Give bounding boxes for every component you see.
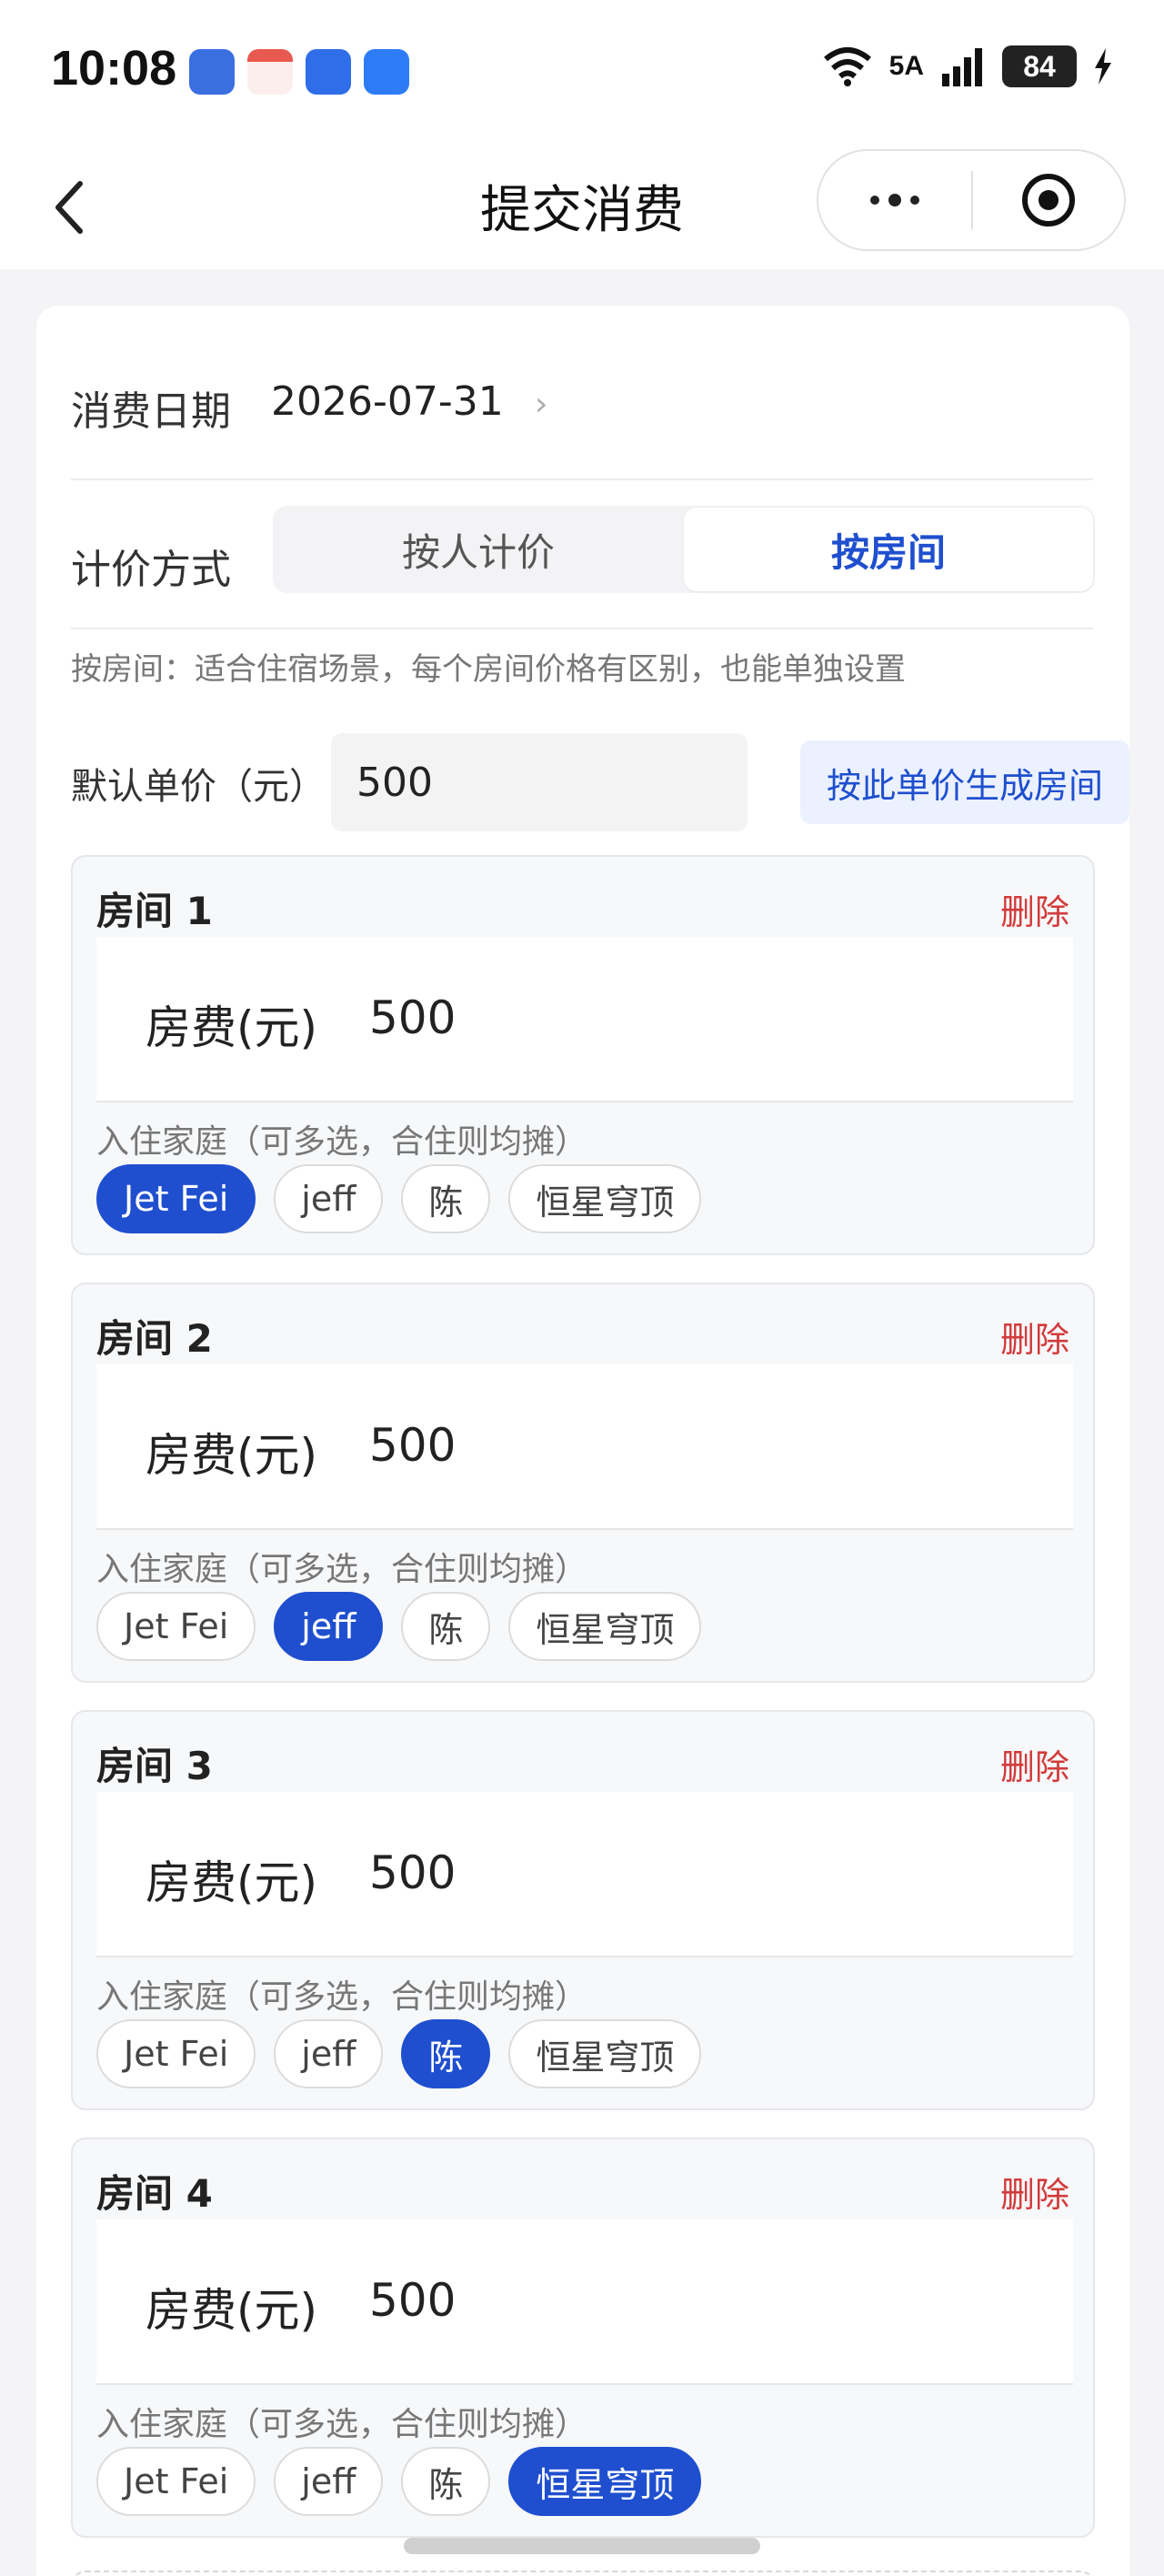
date-row[interactable]: 消费日期 2026-07-31 › xyxy=(71,378,1093,480)
room-fee-value[interactable]: 500 xyxy=(369,991,456,1044)
record-target-icon xyxy=(1022,174,1075,226)
family-chip[interactable]: Jet Fei xyxy=(96,2447,256,2516)
pricing-hint: 按房间：适合住宿场景，每个房间价格有区别，也能单独设置 xyxy=(71,651,906,688)
network-type: 5A xyxy=(888,51,924,81)
delete-room-button[interactable]: 删除 xyxy=(1000,1739,1069,1789)
family-hint: 入住家庭（可多选，合住则均摊） xyxy=(96,1123,588,1161)
room-fee-label: 房费(元) xyxy=(146,1001,318,1054)
room-fee-field[interactable]: 房费(元) 500 xyxy=(96,1792,1073,1957)
family-chip[interactable]: jeff xyxy=(274,1592,384,1661)
room-fee-value[interactable]: 500 xyxy=(369,1419,456,1472)
status-app-icons xyxy=(189,49,409,95)
room-fee-value[interactable]: 500 xyxy=(369,2274,456,2327)
room-title: 房间 1 xyxy=(96,889,213,933)
family-chip[interactable]: 恒星穹顶 xyxy=(508,1164,702,1233)
family-chip[interactable]: Jet Fei xyxy=(96,1592,256,1661)
room-fee-label: 房费(元) xyxy=(146,1429,318,1482)
family-chip[interactable]: Jet Fei xyxy=(96,1164,256,1233)
battery-indicator: 84 xyxy=(1002,45,1077,87)
chat-icon xyxy=(364,49,409,95)
room-title: 房间 2 xyxy=(96,1316,213,1361)
more-button[interactable] xyxy=(818,151,971,249)
delete-room-button[interactable]: 删除 xyxy=(1000,884,1069,934)
family-chips: Jet Fei jeff 陈 恒星穹顶 xyxy=(96,2019,702,2088)
room-card: 房间 1 删除 房费(元) 500 入住家庭（可多选，合住则均摊） Jet Fe… xyxy=(71,855,1095,1255)
room-fee-field[interactable]: 房费(元) 500 xyxy=(96,2219,1073,2385)
pricing-option-per-person[interactable]: 按人计价 xyxy=(273,506,684,593)
chevron-right-icon: › xyxy=(535,386,548,423)
family-chips: Jet Fei jeff 陈 恒星穹顶 xyxy=(96,1592,702,1661)
family-hint: 入住家庭（可多选，合住则均摊） xyxy=(96,2406,588,2443)
family-chip[interactable]: Jet Fei xyxy=(96,2019,256,2088)
family-chips: Jet Fei jeff 陈 恒星穹顶 xyxy=(96,1164,702,1233)
add-room-area[interactable] xyxy=(71,2571,1095,2576)
room-fee-label: 房费(元) xyxy=(146,1857,318,1909)
family-chip[interactable]: 恒星穹顶 xyxy=(508,2447,702,2516)
calendar-icon xyxy=(247,49,293,95)
status-right: 5A 84 xyxy=(822,45,1113,87)
room-title: 房间 4 xyxy=(96,2171,213,2216)
family-chips: Jet Fei jeff 陈 恒星穹顶 xyxy=(96,2447,702,2516)
default-price-row: 默认单价（元） 按此单价生成房间 xyxy=(71,733,1129,833)
scroll-indicator xyxy=(404,2538,760,2554)
family-chip[interactable]: 陈 xyxy=(401,1592,491,1661)
date-value[interactable]: 2026-07-31 xyxy=(271,378,504,425)
room-title: 房间 3 xyxy=(96,1744,213,1788)
default-price-label: 默认单价（元） xyxy=(71,766,326,808)
status-time: 10:08 xyxy=(51,41,177,96)
mini-program-capsule xyxy=(817,149,1126,251)
hm-icon xyxy=(189,49,235,95)
wifi-app-icon xyxy=(306,49,351,95)
charging-icon xyxy=(1095,48,1111,85)
pricing-row: 计价方式 按人计价 按房间 xyxy=(71,506,1095,629)
pricing-label: 计价方式 xyxy=(71,547,231,593)
family-chip[interactable]: 恒星穹顶 xyxy=(508,2019,702,2088)
consumption-form-card: 消费日期 2026-07-31 › 计价方式 按人计价 按房间 按房间：适合住宿… xyxy=(36,306,1129,2576)
pricing-segmented-control: 按人计价 按房间 xyxy=(273,506,1095,593)
room-fee-value[interactable]: 500 xyxy=(369,1846,456,1899)
room-fee-field[interactable]: 房费(元) 500 xyxy=(96,937,1073,1102)
date-label: 消费日期 xyxy=(71,388,231,435)
wifi-icon xyxy=(823,47,871,86)
nav-bar: 提交消费 xyxy=(0,146,1164,269)
room-card: 房间 3 删除 房费(元) 500 入住家庭（可多选，合住则均摊） Jet Fe… xyxy=(71,1710,1095,2110)
close-capsule-button[interactable] xyxy=(973,151,1124,249)
family-chip[interactable]: jeff xyxy=(274,1164,384,1233)
more-dots-icon xyxy=(870,194,919,206)
family-chip[interactable]: jeff xyxy=(274,2447,384,2516)
pricing-option-per-room[interactable]: 按房间 xyxy=(684,508,1093,591)
default-price-input[interactable] xyxy=(331,733,748,831)
family-chip[interactable]: jeff xyxy=(274,2019,384,2088)
room-card: 房间 2 删除 房费(元) 500 入住家庭（可多选，合住则均摊） Jet Fe… xyxy=(71,1283,1095,1683)
room-card: 房间 4 删除 房费(元) 500 入住家庭（可多选，合住则均摊） Jet Fe… xyxy=(71,2138,1095,2538)
family-chip[interactable]: 陈 xyxy=(401,2447,491,2516)
family-chip[interactable]: 陈 xyxy=(401,1164,491,1233)
signal-icon xyxy=(942,48,982,86)
family-hint: 入住家庭（可多选，合住则均摊） xyxy=(96,1551,588,1588)
status-bar: 10:08 5A 84 xyxy=(0,0,1164,146)
room-fee-field[interactable]: 房费(元) 500 xyxy=(96,1364,1073,1530)
delete-room-button[interactable]: 删除 xyxy=(1000,1312,1069,1362)
family-chip[interactable]: 恒星穹顶 xyxy=(508,1592,702,1661)
family-chip[interactable]: 陈 xyxy=(401,2019,491,2088)
room-fee-label: 房费(元) xyxy=(146,2284,318,2337)
generate-rooms-button[interactable]: 按此单价生成房间 xyxy=(800,740,1129,824)
family-hint: 入住家庭（可多选，合住则均摊） xyxy=(96,1978,588,2016)
delete-room-button[interactable]: 删除 xyxy=(1000,2167,1069,2217)
